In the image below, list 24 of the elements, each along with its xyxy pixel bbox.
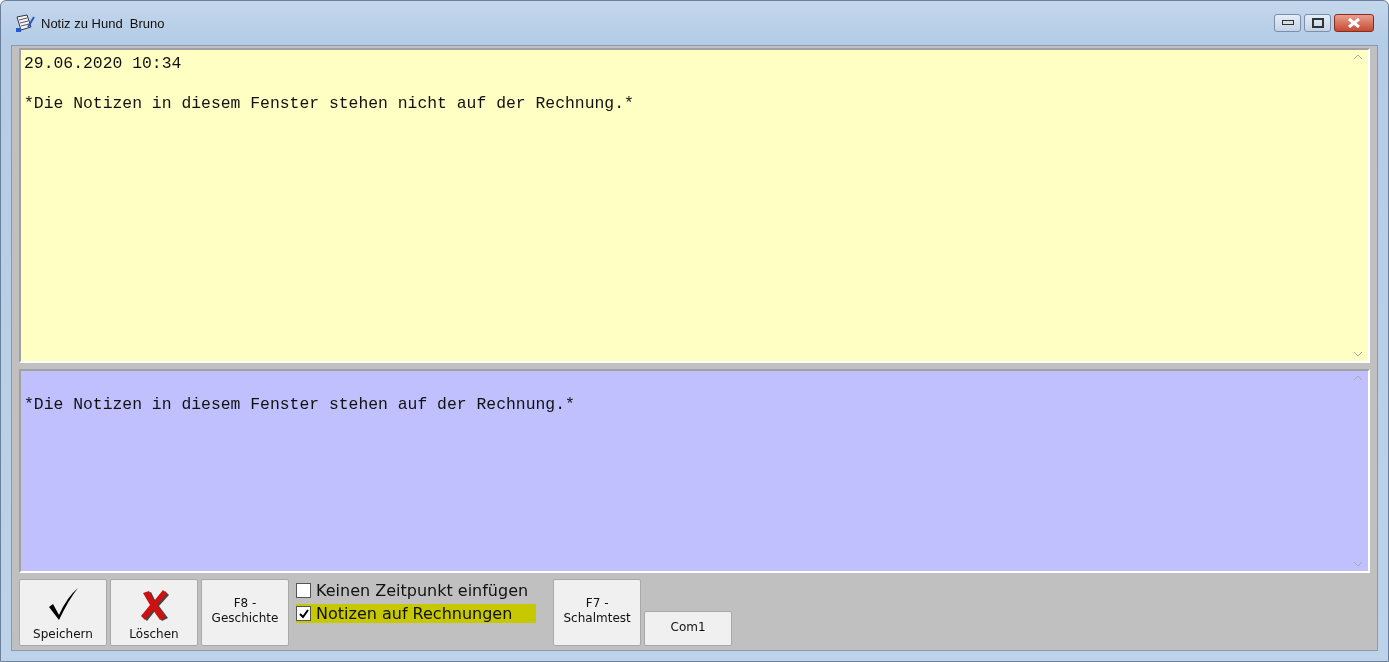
minimize-button[interactable]	[1274, 14, 1301, 32]
checkbox[interactable]: Notizen auf Rechnungen	[296, 604, 537, 623]
close-icon	[1348, 18, 1360, 28]
checkmark-icon	[298, 608, 309, 619]
maximize-icon	[1311, 18, 1324, 28]
notepad-icon	[15, 13, 35, 33]
notes-field[interactable]: 29.06.2020 10:34 *Die Notizen in diesem Fenster stehen nicht auf der Rechnung.*	[19, 48, 1370, 363]
maximize-button[interactable]	[1304, 14, 1331, 32]
delete-button[interactable]: Löschen	[110, 579, 198, 646]
window-title: Notiz zu Hund Bruno	[41, 15, 165, 31]
scroll-down-icon[interactable]	[1353, 561, 1363, 567]
minimize-icon	[1281, 20, 1294, 26]
test-button[interactable]: F7 - Schalmtest	[553, 579, 642, 646]
port-button[interactable]: Com1	[644, 611, 733, 646]
checkbox[interactable]: Keinen Zeitpunkt einfügen	[296, 581, 537, 600]
cross-icon	[139, 589, 169, 621]
history-button[interactable]: F8 - Geschichte	[201, 579, 289, 646]
save-button[interactable]: Speichern	[19, 579, 107, 646]
scroll-down-icon[interactable]	[1353, 351, 1363, 357]
checkmark-icon	[47, 587, 79, 621]
scroll-up-icon[interactable]	[1353, 54, 1363, 60]
notes-field[interactable]: *Die Notizen in diesem Fenster stehen auf der Rechnung.*	[19, 369, 1370, 573]
scroll-up-icon[interactable]	[1353, 375, 1363, 381]
close-button[interactable]	[1334, 14, 1374, 32]
